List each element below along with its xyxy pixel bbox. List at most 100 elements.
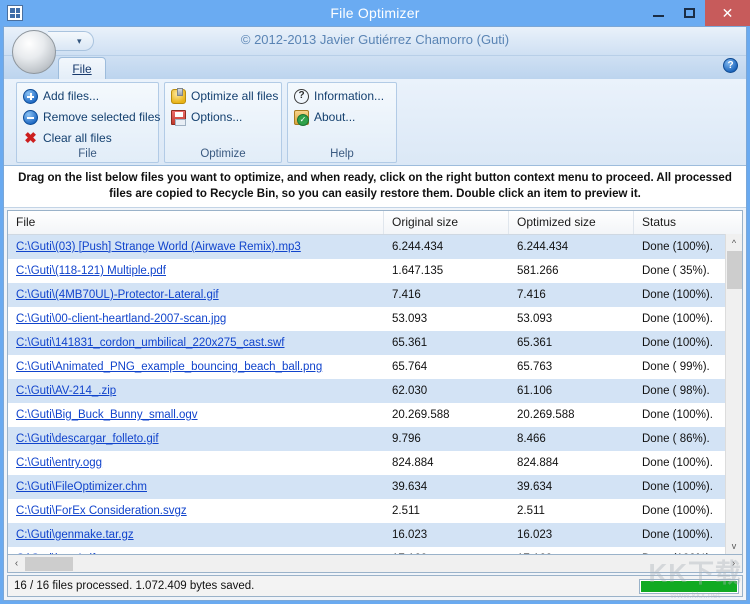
file-link[interactable]: C:\Guti\genmake.tar.gz — [16, 529, 134, 541]
chevron-down-icon[interactable] — [77, 37, 82, 46]
cell-file[interactable]: C:\Guti\Animated_PNG_example_bouncing_be… — [8, 361, 384, 373]
table-row[interactable]: C:\Guti\FileOptimizer.chm 39.634 39.634 Don… — [8, 475, 742, 499]
column-header-original-size[interactable]: Original size — [384, 211, 509, 234]
hint-text: Drag on the list below files you want to… — [4, 166, 746, 208]
column-header-status[interactable]: Status — [634, 211, 742, 234]
information-button[interactable]: ? Information... — [294, 87, 390, 105]
cell-original-size: 7.416 — [392, 289, 421, 301]
close-button[interactable]: ✕ — [705, 0, 750, 26]
table-row[interactable]: C:\Guti\Animated_PNG_example_bouncing_be… — [8, 355, 742, 379]
cell-file[interactable]: C:\Guti\(03) [Push] Strange World (Airwa… — [8, 241, 384, 253]
file-link[interactable]: C:\Guti\(03) [Push] Strange World (Airwa… — [16, 241, 301, 253]
cell-optimized-size: 61.106 — [517, 385, 553, 397]
optimize-all-files-button[interactable]: Optimize all files — [171, 87, 279, 105]
column-header-file[interactable]: File — [8, 211, 384, 234]
file-link[interactable]: C:\Guti\AV-214_.zip — [16, 385, 116, 397]
cell-optimized-size: 581.266 — [517, 265, 559, 277]
file-link[interactable]: C:\Guti\(4MB70UL)-Protector-Lateral.gif — [16, 289, 219, 301]
cell-file[interactable]: C:\Guti\entry.ogg — [8, 457, 384, 469]
cell-original-size: 1.647.135 — [392, 265, 444, 277]
cell-file[interactable]: C:\Guti\00-client-heartland-2007-scan.jp… — [8, 313, 384, 325]
file-link[interactable]: C:\Guti\descargar_folleto.gif — [16, 433, 159, 445]
title-bar: File Optimizer ✕ — [0, 0, 750, 26]
cell-optimized-size: 39.634 — [517, 481, 553, 493]
file-link[interactable]: C:\Guti\entry.ogg — [16, 457, 102, 469]
horizontal-scrollbar[interactable]: ‹ › — [7, 555, 743, 573]
file-link[interactable]: C:\Guti\(118-121) Multiple.pdf — [16, 265, 166, 277]
table-row[interactable]: C:\Guti\AV-214_.zip 62.030 61.106 Done ( 98… — [8, 379, 742, 403]
maximize-button[interactable] — [674, 0, 705, 26]
client-area: © 2012-2013 Javier Gutiérrez Chamorro (G… — [3, 26, 747, 601]
cell-optimized-size: 65.763 — [517, 361, 553, 373]
remove-selected-files-button[interactable]: Remove selected files — [23, 108, 160, 126]
ribbon-group-file-label: File — [78, 148, 97, 160]
file-link[interactable]: C:\Guti\ForEx Consideration.svgz — [16, 505, 187, 517]
table-row[interactable]: C:\Guti\ForEx Consideration.svgz 2.511 2.5… — [8, 499, 742, 523]
tab-file-label: File — [72, 61, 92, 76]
cell-original-size: 65.764 — [392, 361, 428, 373]
minus-circle-icon — [23, 109, 38, 125]
cell-file[interactable]: C:\Guti\(118-121) Multiple.pdf — [8, 265, 384, 277]
question-circle-icon: ? — [294, 88, 309, 104]
file-link[interactable]: C:\Guti\00-client-heartland-2007-scan.jp… — [16, 313, 226, 325]
column-header-optimized-size[interactable]: Optimized size — [509, 211, 634, 234]
cell-file[interactable]: C:\Guti\descargar_folleto.gif — [8, 433, 384, 445]
window-title: File Optimizer — [330, 5, 420, 21]
cell-optimized-size: 65.361 — [517, 337, 553, 349]
scroll-up-arrow-icon[interactable]: ^ — [726, 234, 743, 251]
plus-circle-icon — [23, 88, 38, 104]
cell-file[interactable]: C:\Guti\ForEx Consideration.svgz — [8, 505, 384, 517]
clear-all-files-button[interactable]: ✖ Clear all files — [23, 129, 152, 147]
cell-file[interactable]: C:\Guti\logo1.tif — [8, 553, 384, 554]
file-list: File Original size Optimized size Status… — [7, 210, 743, 555]
about-button[interactable]: About... — [294, 108, 390, 126]
file-link[interactable]: C:\Guti\Big_Buck_Bunny_small.ogv — [16, 409, 198, 421]
table-row[interactable]: C:\Guti\Big_Buck_Bunny_small.ogv 20.269.5… — [8, 403, 742, 427]
table-row[interactable]: C:\Guti\(118-121) Multiple.pdf 1.647.135 5… — [8, 259, 742, 283]
vertical-scroll-thumb[interactable] — [726, 251, 742, 289]
cell-file[interactable]: C:\Guti\AV-214_.zip — [8, 385, 384, 397]
table-row[interactable]: C:\Guti\(03) [Push] Strange World (Airwa… — [8, 235, 742, 259]
clear-all-files-label: Clear all files — [43, 131, 112, 145]
table-row[interactable]: C:\Guti\genmake.tar.gz 16.023 16.023 Done (… — [8, 523, 742, 547]
cell-file[interactable]: C:\Guti\141831_cordon_umbilical_220x275_… — [8, 337, 384, 349]
table-row[interactable]: C:\Guti\141831_cordon_umbilical_220x275_… — [8, 331, 742, 355]
options-button[interactable]: Options... — [171, 108, 275, 126]
scroll-right-arrow-icon[interactable]: › — [725, 556, 742, 572]
remove-selected-files-label: Remove selected files — [43, 110, 161, 124]
file-link[interactable]: C:\Guti\FileOptimizer.chm — [16, 481, 147, 493]
scroll-down-arrow-icon[interactable]: v — [726, 537, 743, 554]
cell-original-size: 9.796 — [392, 433, 421, 445]
cell-optimized-size: 2.511 — [517, 505, 545, 517]
table-row[interactable]: C:\Guti\(4MB70UL)-Protector-Lateral.gif 7… — [8, 283, 742, 307]
cell-optimized-size: 53.093 — [517, 313, 553, 325]
table-row[interactable]: C:\Guti\entry.ogg 824.884 824.884 Done (100… — [8, 451, 742, 475]
scroll-left-arrow-icon[interactable]: ‹ — [8, 556, 25, 572]
app-window: File Optimizer ✕ © 2012-2013 Javier Guti… — [0, 0, 750, 604]
cell-original-size: 2.511 — [392, 505, 420, 517]
application-orb-icon[interactable] — [12, 30, 56, 74]
ribbon: Add files... Remove selected files ✖ Cle… — [4, 79, 746, 166]
table-row[interactable]: C:\Guti\descargar_folleto.gif 9.796 8.466 D… — [8, 427, 742, 451]
cell-file[interactable]: C:\Guti\genmake.tar.gz — [8, 529, 384, 541]
table-row[interactable]: C:\Guti\logo1.tif17.16017.160Done (100%)… — [8, 547, 742, 554]
help-icon[interactable]: ? — [723, 58, 738, 73]
ribbon-group-help: ? Information... About... Help — [287, 82, 397, 163]
table-row[interactable]: C:\Guti\00-client-heartland-2007-scan.jp… — [8, 307, 742, 331]
cell-original-size: 17.160 — [384, 553, 509, 554]
cell-file[interactable]: C:\Guti\Big_Buck_Bunny_small.ogv — [8, 409, 384, 421]
cell-file[interactable]: C:\Guti\FileOptimizer.chm — [8, 481, 384, 493]
horizontal-scroll-thumb[interactable] — [25, 556, 73, 571]
vertical-scrollbar[interactable]: ^ v — [725, 234, 742, 554]
tab-file[interactable]: File — [58, 57, 106, 79]
minimize-button[interactable] — [643, 0, 674, 26]
cell-original-size: 20.269.588 — [392, 409, 450, 421]
add-files-button[interactable]: Add files... — [23, 87, 152, 105]
file-link[interactable]: C:\Guti\logo1.tif — [16, 553, 95, 554]
file-link[interactable]: C:\Guti\141831_cordon_umbilical_220x275_… — [16, 337, 285, 349]
file-link[interactable]: C:\Guti\Animated_PNG_example_bouncing_be… — [16, 361, 322, 373]
optimize-all-files-label: Optimize all files — [191, 89, 279, 103]
cell-file[interactable]: C:\Guti\(4MB70UL)-Protector-Lateral.gif — [8, 289, 384, 301]
gold-compress-icon — [171, 87, 186, 104]
cell-original-size: 53.093 — [392, 313, 428, 325]
